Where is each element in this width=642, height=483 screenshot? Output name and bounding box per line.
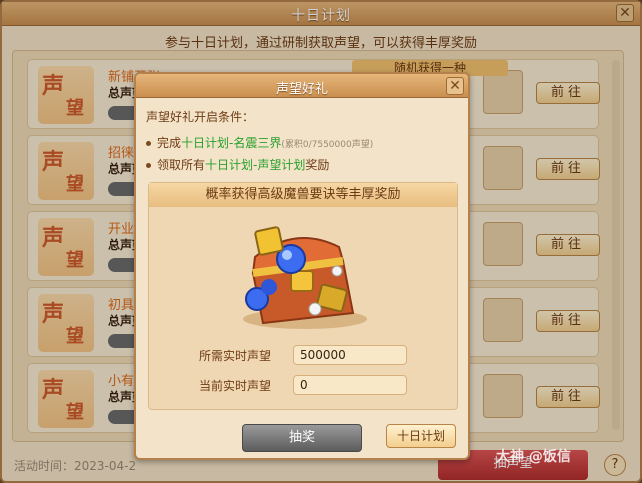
bullet-icon xyxy=(146,163,151,168)
required-reputation-label: 所需实时声望 xyxy=(199,349,272,363)
bullet-icon xyxy=(146,141,151,146)
watermark-logo: 大神 @饭信 xyxy=(496,449,571,465)
game-screen: 十日计划 ✕ 参与十日计划，通过研制获取声望，可以获得丰厚奖励 声望 新铺开张 … xyxy=(0,0,642,483)
current-reputation-value: 0 xyxy=(293,375,407,395)
reward-panel: 概率获得高级魔兽要诀等丰厚奖励 所需实时声望 500000 当前实时声望 0 xyxy=(148,182,458,410)
condition-2: 领取所有十日计划-声望计划奖励 xyxy=(146,156,329,173)
conditions-title: 声望好礼开启条件： xyxy=(146,110,255,124)
condition-1: 完成十日计划-名震三界(累积0/7550000声望) xyxy=(146,134,373,151)
draw-button[interactable]: 抽奖 xyxy=(242,424,362,452)
condition-link[interactable]: 十日计划-名震三界 xyxy=(181,136,281,150)
reward-header: 概率获得高级魔兽要诀等丰厚奖励 xyxy=(149,183,457,207)
condition-link[interactable]: 十日计划-声望计划 xyxy=(205,158,305,172)
dialog-titlebar: 声望好礼 ✕ xyxy=(136,74,468,98)
current-reputation-label: 当前实时声望 xyxy=(199,379,272,393)
close-icon[interactable]: ✕ xyxy=(446,77,464,95)
treasure-chest-icon xyxy=(243,226,367,329)
ten-day-plan-button[interactable]: 十日计划 xyxy=(386,424,456,448)
dialog-title: 声望好礼 xyxy=(275,82,328,97)
reputation-gift-dialog: 声望好礼 ✕ 声望好礼开启条件： 完成十日计划-名震三界(累积0/7550000… xyxy=(134,72,470,460)
required-reputation-value: 500000 xyxy=(293,345,407,365)
